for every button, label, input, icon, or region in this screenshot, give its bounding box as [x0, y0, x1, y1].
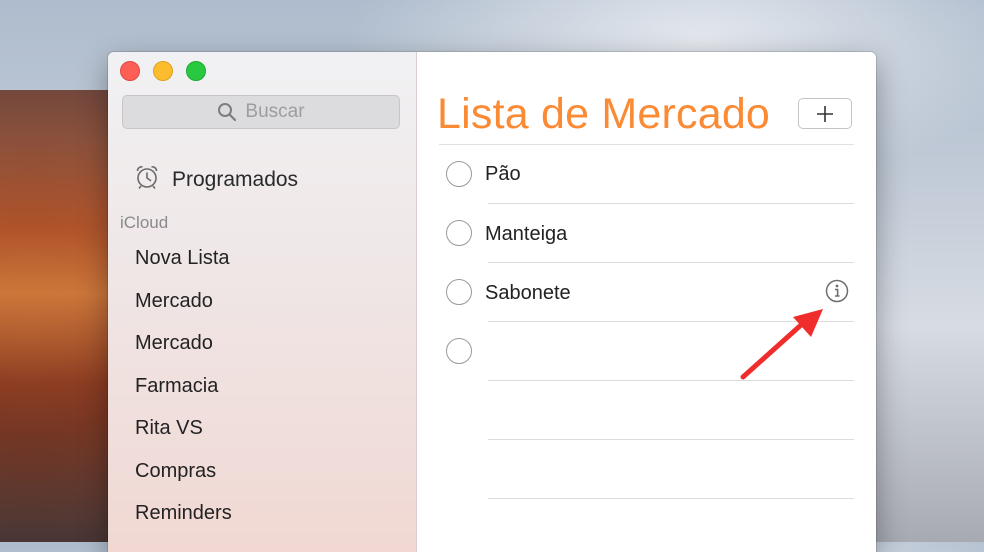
reminders-window: Buscar Programados iCloud Nova Lista Mer…	[108, 52, 876, 552]
sidebar-item-nova-lista[interactable]: Nova Lista	[135, 238, 232, 281]
list-detail: Lista de Mercado Pão Manteiga Sabonete	[417, 52, 876, 552]
divider	[488, 262, 854, 263]
reminder-text[interactable]: Manteiga	[485, 223, 567, 246]
sidebar-item-reminders[interactable]: Reminders	[135, 493, 232, 536]
sidebar-item-rita-vs[interactable]: Rita VS	[135, 408, 232, 451]
red-arrow-icon	[735, 305, 825, 390]
completion-checkbox[interactable]	[446, 338, 472, 364]
divider	[439, 144, 854, 145]
reminder-text[interactable]: Pão	[485, 163, 521, 186]
section-header-icloud: iCloud	[120, 213, 169, 232]
sidebar-item-label: Programados	[172, 168, 299, 191]
close-button[interactable]	[120, 61, 140, 81]
completion-checkbox[interactable]	[446, 220, 472, 246]
search-icon	[217, 102, 237, 122]
divider	[488, 498, 854, 499]
search-placeholder: Buscar	[245, 101, 305, 122]
desktop-wallpaper-rock	[0, 90, 110, 542]
minimize-button[interactable]	[153, 61, 173, 81]
info-icon[interactable]	[825, 279, 849, 303]
divider	[488, 203, 854, 204]
sidebar-item-farmacia[interactable]: Farmacia	[135, 366, 232, 409]
sidebar-item-mercado[interactable]: Mercado	[135, 281, 232, 324]
search-field[interactable]: Buscar	[122, 95, 400, 129]
zoom-button[interactable]	[186, 61, 206, 81]
completion-checkbox[interactable]	[446, 279, 472, 305]
sidebar-item-scheduled[interactable]: Programados	[134, 164, 298, 196]
reminder-lists: Nova Lista Mercado Mercado Farmacia Rita…	[135, 238, 232, 536]
alarm-clock-icon	[134, 164, 160, 196]
sidebar: Buscar Programados iCloud Nova Lista Mer…	[108, 52, 417, 552]
divider	[488, 439, 854, 440]
completion-checkbox[interactable]	[446, 161, 472, 187]
sidebar-item-mercado-2[interactable]: Mercado	[135, 323, 232, 366]
window-controls	[120, 61, 206, 81]
reminder-text[interactable]: Sabonete	[485, 282, 571, 305]
sidebar-item-compras[interactable]: Compras	[135, 451, 232, 494]
